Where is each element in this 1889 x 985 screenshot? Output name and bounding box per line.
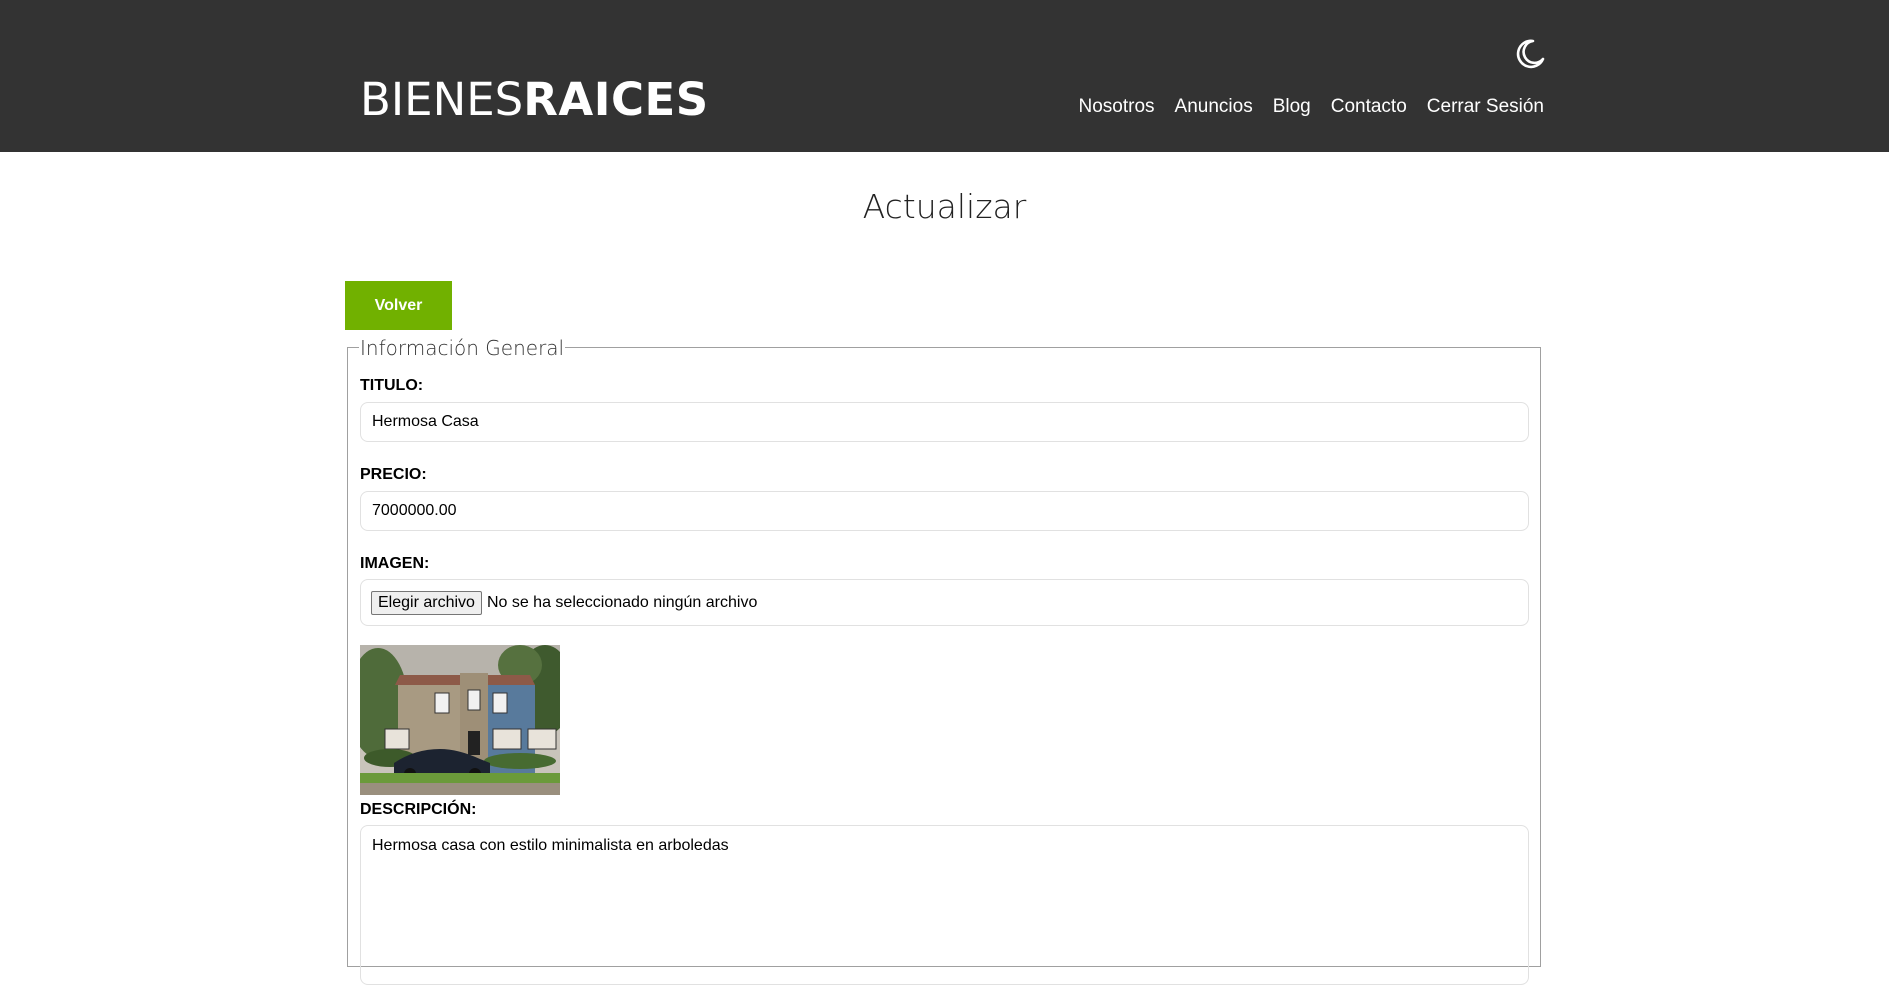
precio-label: PRECIO: [360,466,427,483]
nav-link-blog[interactable]: Blog [1273,94,1311,120]
back-button[interactable]: Volver [345,281,452,330]
site-logo[interactable]: BIENESRAICES [360,72,709,128]
imagen-label: IMAGEN: [360,555,430,572]
main-nav: Nosotros Anuncios Blog Contacto Cerrar S… [1079,94,1545,120]
fieldset-legend: Información General [359,336,566,360]
titulo-label: TITULO: [360,377,424,394]
logo-bold-text: RAICES [523,73,709,126]
imagen-file-input[interactable]: Elegir archivo No se ha seleccionado nin… [360,579,1529,626]
nav-link-contacto[interactable]: Contacto [1331,94,1407,120]
nav-link-anuncios[interactable]: Anuncios [1175,94,1253,120]
nav-link-nosotros[interactable]: Nosotros [1079,94,1155,120]
descripcion-textarea[interactable]: Hermosa casa con estilo minimalista en a… [360,825,1529,985]
page-title: Actualizar [862,187,1027,226]
precio-input[interactable]: 7000000.00 [360,491,1529,531]
choose-file-button[interactable]: Elegir archivo [371,590,482,615]
titulo-input[interactable]: Hermosa Casa [360,402,1529,442]
nav-link-cerrar-sesion[interactable]: Cerrar Sesión [1427,94,1544,120]
property-image-preview [360,645,560,795]
file-status-text: No se ha seleccionado ningún archivo [486,593,758,611]
moon-icon[interactable] [1514,38,1546,70]
descripcion-label: DESCRIPCIÓN: [360,801,477,818]
general-info-fieldset: Información General TITULO: Hermosa Casa… [347,336,1541,985]
logo-light-text: BIENES [360,73,524,126]
site-header: BIENESRAICES Nosotros Anuncios Blog Cont… [0,0,1889,152]
